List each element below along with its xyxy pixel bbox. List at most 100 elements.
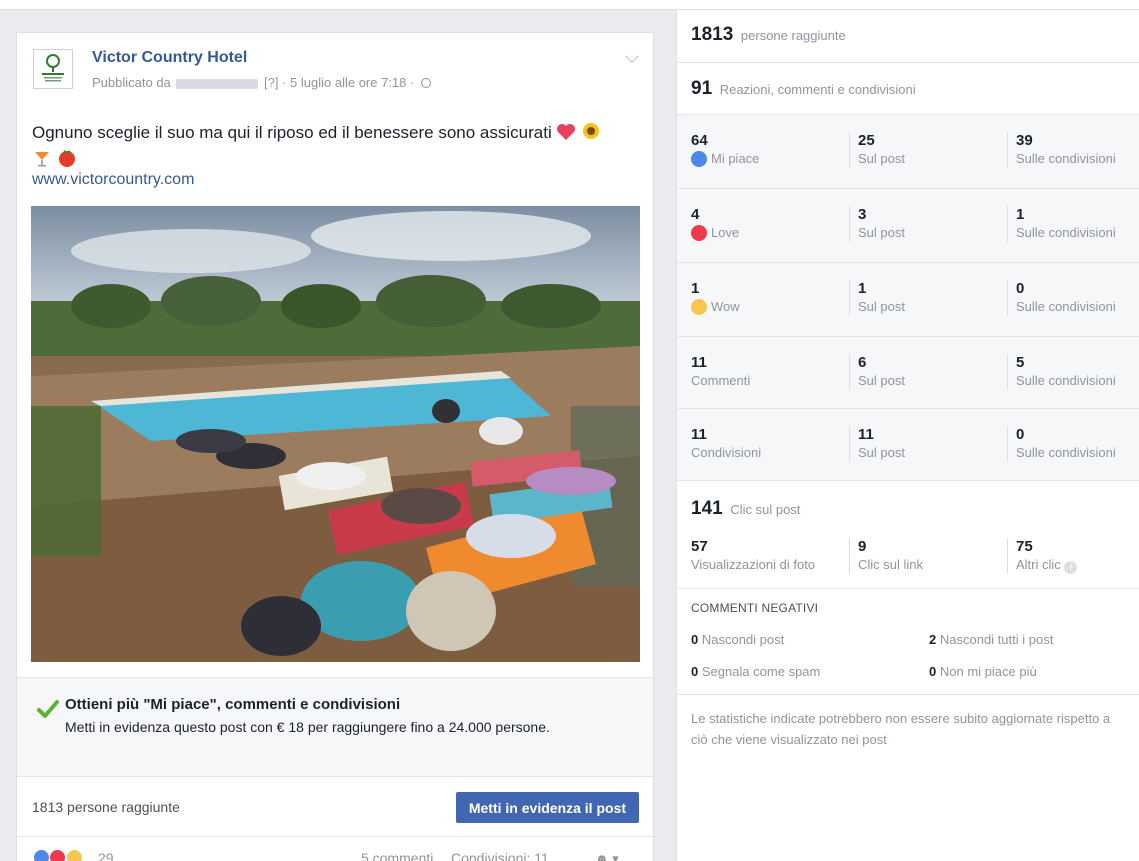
divider <box>677 262 1139 263</box>
comments-total: 11 Commenti <box>691 354 750 390</box>
comments-total-value: 11 <box>691 354 707 371</box>
hide-all-value: 2 <box>929 632 937 647</box>
post-column: Victor Country Hotel Pubblicato da [?] ·… <box>0 10 676 861</box>
post-meta: Pubblicato da [?] · 5 luglio alle ore 7:… <box>92 75 431 90</box>
reach-stat: 1813 persone raggiunte <box>691 24 846 46</box>
comments-on-post: 6 Sul post <box>849 354 905 390</box>
hide-post-value: 0 <box>691 632 699 647</box>
sunflower-emoji-icon <box>581 121 601 148</box>
wow-on-post-value: 1 <box>858 280 867 297</box>
love-total: 4 Love <box>691 206 739 242</box>
likes-label: Mi piace <box>711 151 760 166</box>
wow-label: Wow <box>711 299 740 314</box>
comments-on-shares-value: 5 <box>1016 354 1025 371</box>
wow-on-shares: 0 Sulle condivisioni <box>1007 280 1116 316</box>
love-total-value: 4 <box>691 206 700 223</box>
hotel-logo-icon <box>34 50 72 88</box>
other-clicks-label: Altri clic <box>1016 557 1061 572</box>
post-photo[interactable] <box>31 206 640 662</box>
wow-on-post: 1 Sul post <box>849 280 905 316</box>
spam-label: Segnala come spam <box>701 664 821 679</box>
divider <box>677 480 1139 481</box>
comments-on-post-value: 6 <box>858 354 867 371</box>
love-on-shares-value: 1 <box>1016 206 1025 223</box>
post-card: Victor Country Hotel Pubblicato da [?] ·… <box>16 32 654 861</box>
wow-icon <box>65 849 83 861</box>
unlike-stat: 0 Non mi piace più <box>929 664 1037 679</box>
on-post-label: Sul post <box>858 225 905 240</box>
negative-feedback-title: COMMENTI NEGATIVI <box>691 601 819 615</box>
shares-on-shares-value: 0 <box>1016 426 1025 443</box>
on-post-label: Sul post <box>858 445 905 460</box>
reactions-bar: 29 5 commenti Condivisioni: 11 ☻ ▾ <box>17 837 653 861</box>
shares-label: Condivisioni <box>691 445 762 460</box>
boost-suggestion: Ottieni più "Mi piace", commenti e condi… <box>17 677 653 777</box>
likes-on-post: 25 Sul post <box>849 132 905 168</box>
engagement-value: 91 <box>691 78 713 99</box>
photo-views-label: Visualizzazioni di foto <box>691 557 816 572</box>
meta-suffix[interactable]: [?] · 5 luglio alle ore 7:18 · <box>264 75 414 90</box>
chevron-down-icon[interactable] <box>624 48 640 64</box>
reach-text[interactable]: 1813 persone raggiunte <box>32 799 180 815</box>
spam-value: 0 <box>691 664 699 679</box>
on-post-label: Sul post <box>858 373 905 388</box>
post-message: Ognuno sceglie il suo ma qui il riposo e… <box>32 123 552 142</box>
unlike-label: Non mi piace più <box>939 664 1037 679</box>
likes-on-shares: 39 Sulle condivisioni <box>1007 132 1116 168</box>
love-on-post-value: 3 <box>858 206 867 223</box>
divider <box>677 588 1139 589</box>
checkmark-icon <box>37 700 59 718</box>
link-clicks-label: Clic sul link <box>858 557 924 572</box>
page-name[interactable]: Victor Country Hotel <box>92 49 247 67</box>
reaction-icons[interactable] <box>33 849 83 861</box>
on-post-label: Sul post <box>858 151 905 166</box>
stats-disclaimer: Le statistiche indicate potrebbero non e… <box>691 711 1111 747</box>
boost-post-button[interactable]: Metti in evidenza il post <box>455 792 639 823</box>
love-icon <box>691 225 707 241</box>
on-shares-label: Sulle condivisioni <box>1016 373 1116 388</box>
reaction-count[interactable]: 29 <box>98 850 114 861</box>
love-label: Love <box>711 225 740 240</box>
like-icon <box>691 151 707 167</box>
post-text: Ognuno sceglie il suo ma qui il riposo e… <box>32 121 642 175</box>
divider <box>677 694 1139 695</box>
photo-views-value: 57 <box>691 538 708 555</box>
like-icon <box>33 849 50 861</box>
clicks-value: 141 <box>691 498 723 519</box>
on-shares-label: Sulle condivisioni <box>1016 299 1116 314</box>
shares-count[interactable]: Condivisioni: 11 <box>451 850 549 861</box>
heart-emoji-icon <box>556 123 576 148</box>
page-avatar[interactable] <box>33 49 73 89</box>
hide-all-label: Nascondi tutti i post <box>939 632 1054 647</box>
link-clicks: 9 Clic sul link <box>849 538 923 574</box>
likes-on-post-value: 25 <box>858 132 875 149</box>
on-post-label: Sul post <box>858 299 905 314</box>
divider <box>677 336 1139 337</box>
spam-stat: 0 Segnala come spam <box>691 664 820 679</box>
divider <box>677 62 1139 63</box>
wow-icon <box>691 299 707 315</box>
insights-panel: 1813 persone raggiunte 91 Reazioni, comm… <box>676 10 1139 861</box>
love-on-shares: 1 Sulle condivisioni <box>1007 206 1116 242</box>
shares-total: 11 Condivisioni <box>691 426 761 462</box>
reach-value: 1813 <box>691 24 734 45</box>
on-shares-label: Sulle condivisioni <box>1016 445 1116 460</box>
engagement-label: Reazioni, commenti e condivisioni <box>719 82 916 97</box>
love-on-post: 3 Sul post <box>849 206 905 242</box>
reach-label: persone raggiunte <box>740 28 846 43</box>
divider <box>677 114 1139 115</box>
post-link[interactable]: www.victorcountry.com <box>32 171 194 189</box>
divider <box>677 188 1139 189</box>
likes-on-shares-value: 39 <box>1016 132 1033 149</box>
engagement-stat: 91 Reazioni, commenti e condivisioni <box>691 78 916 100</box>
info-icon[interactable]: i <box>1064 561 1078 574</box>
shares-on-shares: 0 Sulle condivisioni <box>1007 426 1116 462</box>
link-clicks-value: 9 <box>858 538 867 555</box>
audience-selector-icon[interactable]: ☻ ▾ <box>595 851 619 861</box>
boost-title: Ottieni più "Mi piace", commenti e condi… <box>65 696 401 713</box>
comments-on-shares: 5 Sulle condivisioni <box>1007 354 1116 390</box>
likes-total-value: 64 <box>691 132 708 149</box>
wow-total: 1 Wow <box>691 280 740 316</box>
wow-total-value: 1 <box>691 280 700 297</box>
comments-count[interactable]: 5 commenti <box>361 850 433 861</box>
